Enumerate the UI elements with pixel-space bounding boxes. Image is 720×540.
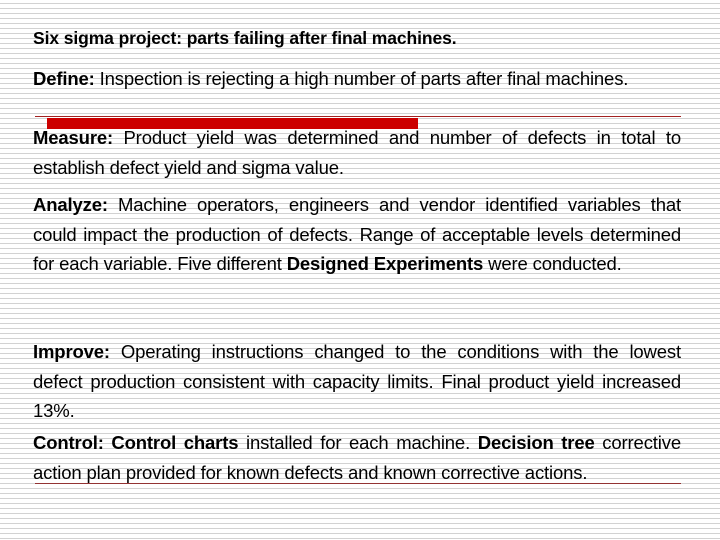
section-control: Control: Control charts installed for ea… [33,428,681,487]
section-define: Define: Inspection is rejecting a high n… [33,64,681,94]
section-control-emphasis-1: Control charts [103,432,239,453]
slide-content: Six sigma project: parts failing after f… [33,0,681,540]
section-analyze-label: Analyze: [33,194,108,215]
section-define-body: Inspection is rejecting a high number of… [94,68,629,89]
section-control-emphasis-2: Decision tree [477,432,595,453]
section-control-label: Control: [33,432,104,453]
section-analyze: Analyze: Machine operators, engineers an… [33,190,681,279]
section-improve-label: Improve: [33,341,110,362]
section-measure: Measure: Product yield was determined an… [33,123,681,182]
section-measure-label: Measure: [33,127,114,148]
slide-canvas: Six sigma project: parts failing after f… [0,0,720,540]
section-control-body-part1: installed for each machine. [238,432,478,453]
section-define-label: Define: [33,68,95,89]
section-analyze-emphasis: Designed Experiments [286,253,484,274]
slide-title: Six sigma project: parts failing after f… [33,28,457,48]
section-measure-body: Product yield was determined and number … [33,127,681,178]
section-improve-body: Operating instructions changed to the co… [33,341,681,421]
section-analyze-body-part2: were conducted. [483,253,622,274]
section-improve: Improve: Operating instructions changed … [33,337,681,426]
